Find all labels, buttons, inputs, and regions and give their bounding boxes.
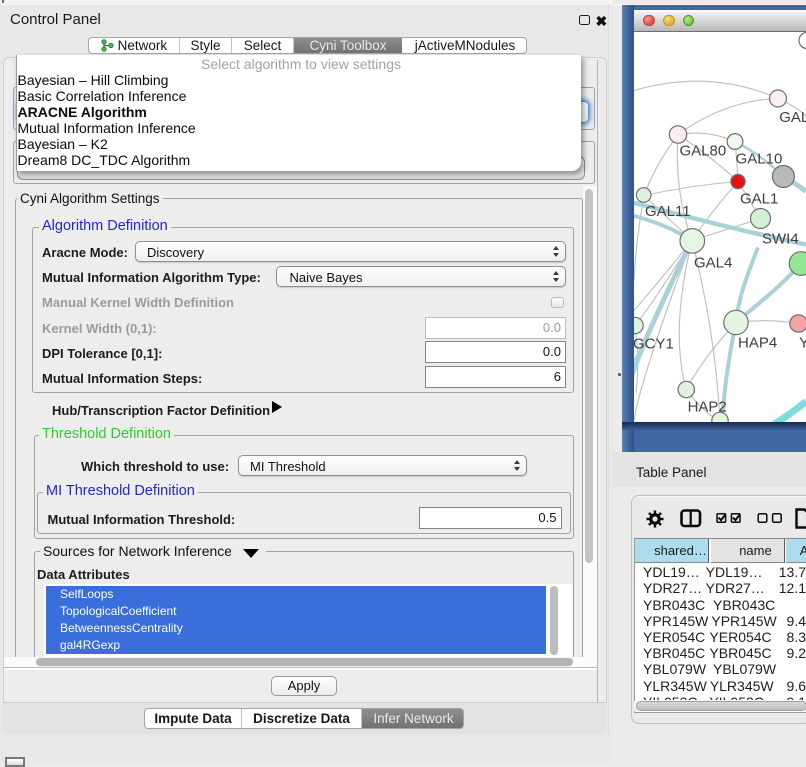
svg-text:HAP4: HAP4 [738,334,777,351]
svg-text:GAL1: GAL1 [740,190,778,207]
svg-text:GAL10: GAL10 [736,150,783,167]
svg-text:YE: YE [799,334,806,351]
svg-text:GAL4: GAL4 [694,254,732,271]
svg-text:GCY1: GCY1 [634,335,674,352]
svg-text:SWI4: SWI4 [762,230,799,247]
svg-text:GAL11: GAL11 [645,203,691,220]
svg-text:GAL7: GAL7 [779,109,806,126]
svg-text:GAL80: GAL80 [680,142,727,159]
svg-text:HAP2: HAP2 [688,398,727,415]
